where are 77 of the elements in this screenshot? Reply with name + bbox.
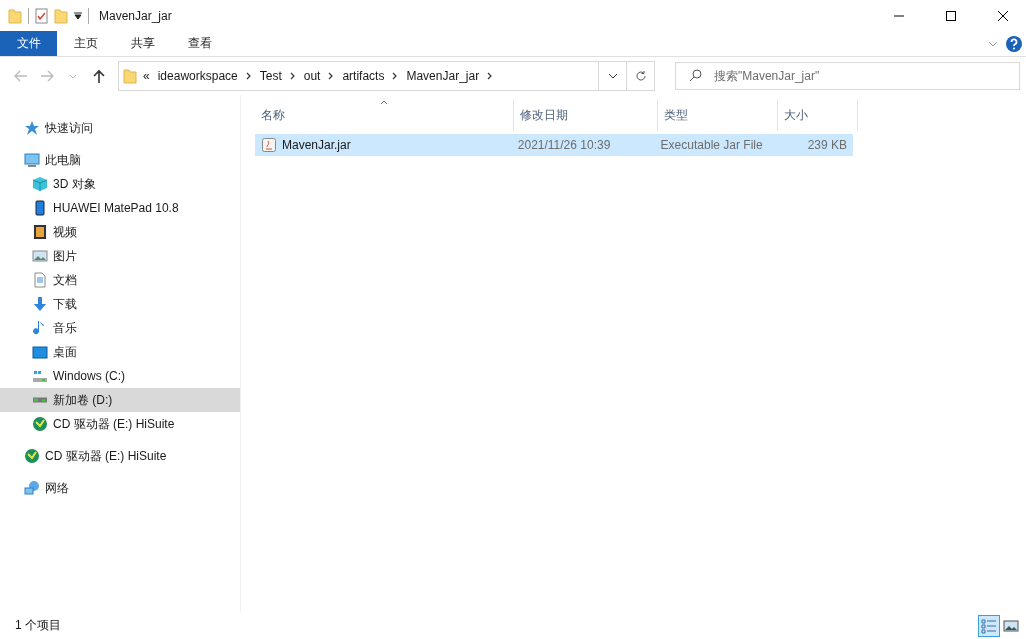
disc-icon xyxy=(32,416,48,432)
monitor-icon xyxy=(24,152,40,168)
file-type: Executable Jar File xyxy=(660,138,763,152)
breadcrumb[interactable]: MavenJar_jar xyxy=(404,69,482,83)
file-size: 239 KB xyxy=(807,138,847,152)
help-icon[interactable] xyxy=(1006,35,1022,52)
folder-icon xyxy=(123,68,137,84)
navigation-item[interactable]: HUAWEI MatePad 10.8 xyxy=(0,196,240,220)
modified-date: 2021/11/26 10:39 xyxy=(517,138,611,152)
view-button[interactable] xyxy=(978,614,1000,637)
navigation-item[interactable]: Windows (C:) xyxy=(0,364,240,388)
maximize-icon xyxy=(946,10,956,21)
sort-caret-icon xyxy=(380,100,388,105)
chevron-down-icon xyxy=(607,73,618,79)
file-name: MavenJar.jar xyxy=(282,138,351,152)
navigation-item[interactable]: 音乐 xyxy=(0,316,240,340)
breadcrumb[interactable]: ideaworkspace xyxy=(155,69,240,83)
expand-ribbon-icon[interactable] xyxy=(988,40,998,47)
column-header[interactable]: 大小 xyxy=(778,99,858,131)
film-icon xyxy=(32,224,48,240)
breadcrumb[interactable]: out xyxy=(301,69,323,83)
navigation-item[interactable]: 网络 xyxy=(0,476,240,500)
navigation-item[interactable]: 此电脑 xyxy=(0,148,240,172)
drive-icon xyxy=(32,368,48,384)
search-icon xyxy=(689,69,702,82)
search-field[interactable]: 搜索"MavenJar_jar" xyxy=(675,62,1020,90)
chevron-right-icon xyxy=(487,72,494,80)
navigation-item[interactable]: 3D 对象 xyxy=(0,172,240,196)
navigation-item[interactable]: 图片 xyxy=(0,244,240,268)
up-arrow-icon xyxy=(93,69,105,83)
star-icon xyxy=(24,120,40,136)
chevron-down-icon xyxy=(69,73,77,79)
disc-icon xyxy=(24,448,40,464)
desktop-icon xyxy=(32,344,48,360)
navigation-item[interactable]: 桌面 xyxy=(0,340,240,364)
folder-icon xyxy=(8,7,22,24)
drive-icon xyxy=(32,397,48,403)
column-header[interactable]: 类型 xyxy=(658,99,778,131)
large-icons-view-icon xyxy=(1003,618,1019,633)
down-arrow-icon xyxy=(32,296,48,312)
close-icon xyxy=(998,10,1008,21)
navigation-item[interactable]: 下载 xyxy=(0,292,240,316)
chevron-right-icon xyxy=(289,72,296,80)
file-row[interactable]: MavenJar.jar 2021/11/26 10:39 Executable Jar File 239 KB xyxy=(255,134,853,156)
ribbon-tab[interactable]: 共享 xyxy=(114,31,171,56)
ribbon-tab[interactable]: 主页 xyxy=(57,31,114,56)
refresh-icon xyxy=(634,70,647,82)
breadcrumb[interactable]: Test xyxy=(257,69,284,83)
properties-icon[interactable] xyxy=(35,7,48,24)
network-icon xyxy=(24,480,40,496)
navigation-item[interactable]: CD 驱动器 (E:) HiSuite xyxy=(0,412,240,436)
breadcrumb[interactable]: artifacts xyxy=(340,69,387,83)
phone-icon xyxy=(32,200,48,216)
cube-icon xyxy=(32,176,48,192)
chevron-right-icon xyxy=(328,72,335,80)
navigation-item[interactable]: 视频 xyxy=(0,220,240,244)
navigation-item[interactable]: 新加卷 (D:) xyxy=(0,388,240,412)
picture-icon xyxy=(32,248,48,264)
overflow-crumb[interactable]: « xyxy=(143,69,150,83)
column-header[interactable]: 修改日期 xyxy=(514,99,658,131)
item-count: 1 个项目 xyxy=(15,617,62,634)
document-icon xyxy=(32,272,48,288)
dropdown-icon[interactable] xyxy=(74,11,82,20)
navigation-item[interactable]: 文档 xyxy=(0,268,240,292)
details-view-icon xyxy=(981,617,997,634)
navigation-item[interactable]: CD 驱动器 (E:) HiSuite xyxy=(0,444,240,468)
jar-file-icon xyxy=(261,137,277,153)
ribbon-tab[interactable]: 查看 xyxy=(171,31,228,56)
left-arrow-icon xyxy=(14,70,28,82)
chevron-right-icon xyxy=(245,72,252,80)
right-arrow-icon xyxy=(40,70,54,82)
chevron-right-icon xyxy=(392,72,399,80)
window-title: MavenJar_jar xyxy=(99,8,173,23)
column-header[interactable]: 名称 xyxy=(255,99,514,131)
navigation-item[interactable]: 快速访问 xyxy=(0,116,240,140)
new-folder-icon xyxy=(54,7,68,24)
ribbon-tab[interactable]: 文件 xyxy=(0,31,57,56)
